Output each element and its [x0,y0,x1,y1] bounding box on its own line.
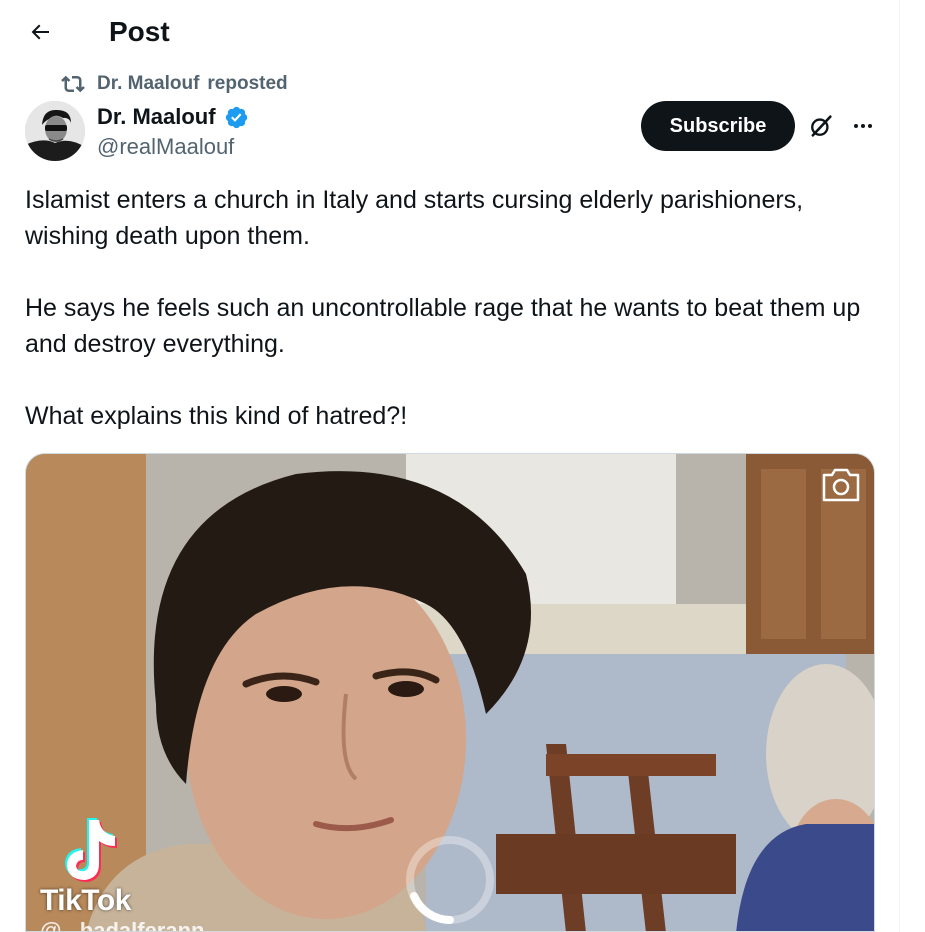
author-name-row[interactable]: Dr. Maalouf [97,103,249,131]
back-button[interactable] [20,12,60,52]
grok-icon [811,115,832,137]
post-paragraph: What explains this kind of hatred?! [25,402,408,430]
camera-icon[interactable] [820,466,862,504]
tiktok-watermark: TikTok [40,884,131,917]
repost-name[interactable]: Dr. Maalouf [97,73,199,95]
loading-spinner-icon [406,836,494,924]
post-paragraph: Islamist enters a church in Italy and st… [25,186,804,250]
repost-indicator: Dr. Maalouf reposted [61,72,288,96]
grok-button[interactable] [803,108,839,144]
avatar-photo [25,101,85,161]
video-player[interactable]: TikTok @...badalferann [25,453,875,932]
page-title: Post [109,16,170,47]
tiktok-logo-icon [65,818,117,882]
author-handle[interactable]: @realMaalouf [97,133,234,161]
avatar[interactable] [25,101,85,161]
more-options-button[interactable] [845,108,881,144]
subscribe-button[interactable]: Subscribe [641,101,795,151]
repost-label: reposted [207,73,288,94]
post-text: Islamist enters a church in Italy and st… [25,182,885,434]
post-column: Post Dr. Maalouf reposted Dr. Maalouf @r… [0,0,900,932]
tiktok-handle: @...badalferann [40,918,205,932]
author-name[interactable]: Dr. Maalouf [97,103,216,131]
post-paragraph: He says he feels such an uncontrollable … [25,294,861,358]
verified-badge-icon[interactable] [224,105,249,130]
arrow-left-icon [31,24,49,40]
repost-icon [61,75,85,93]
more-icon [854,124,872,128]
page-header: Post [0,0,899,66]
